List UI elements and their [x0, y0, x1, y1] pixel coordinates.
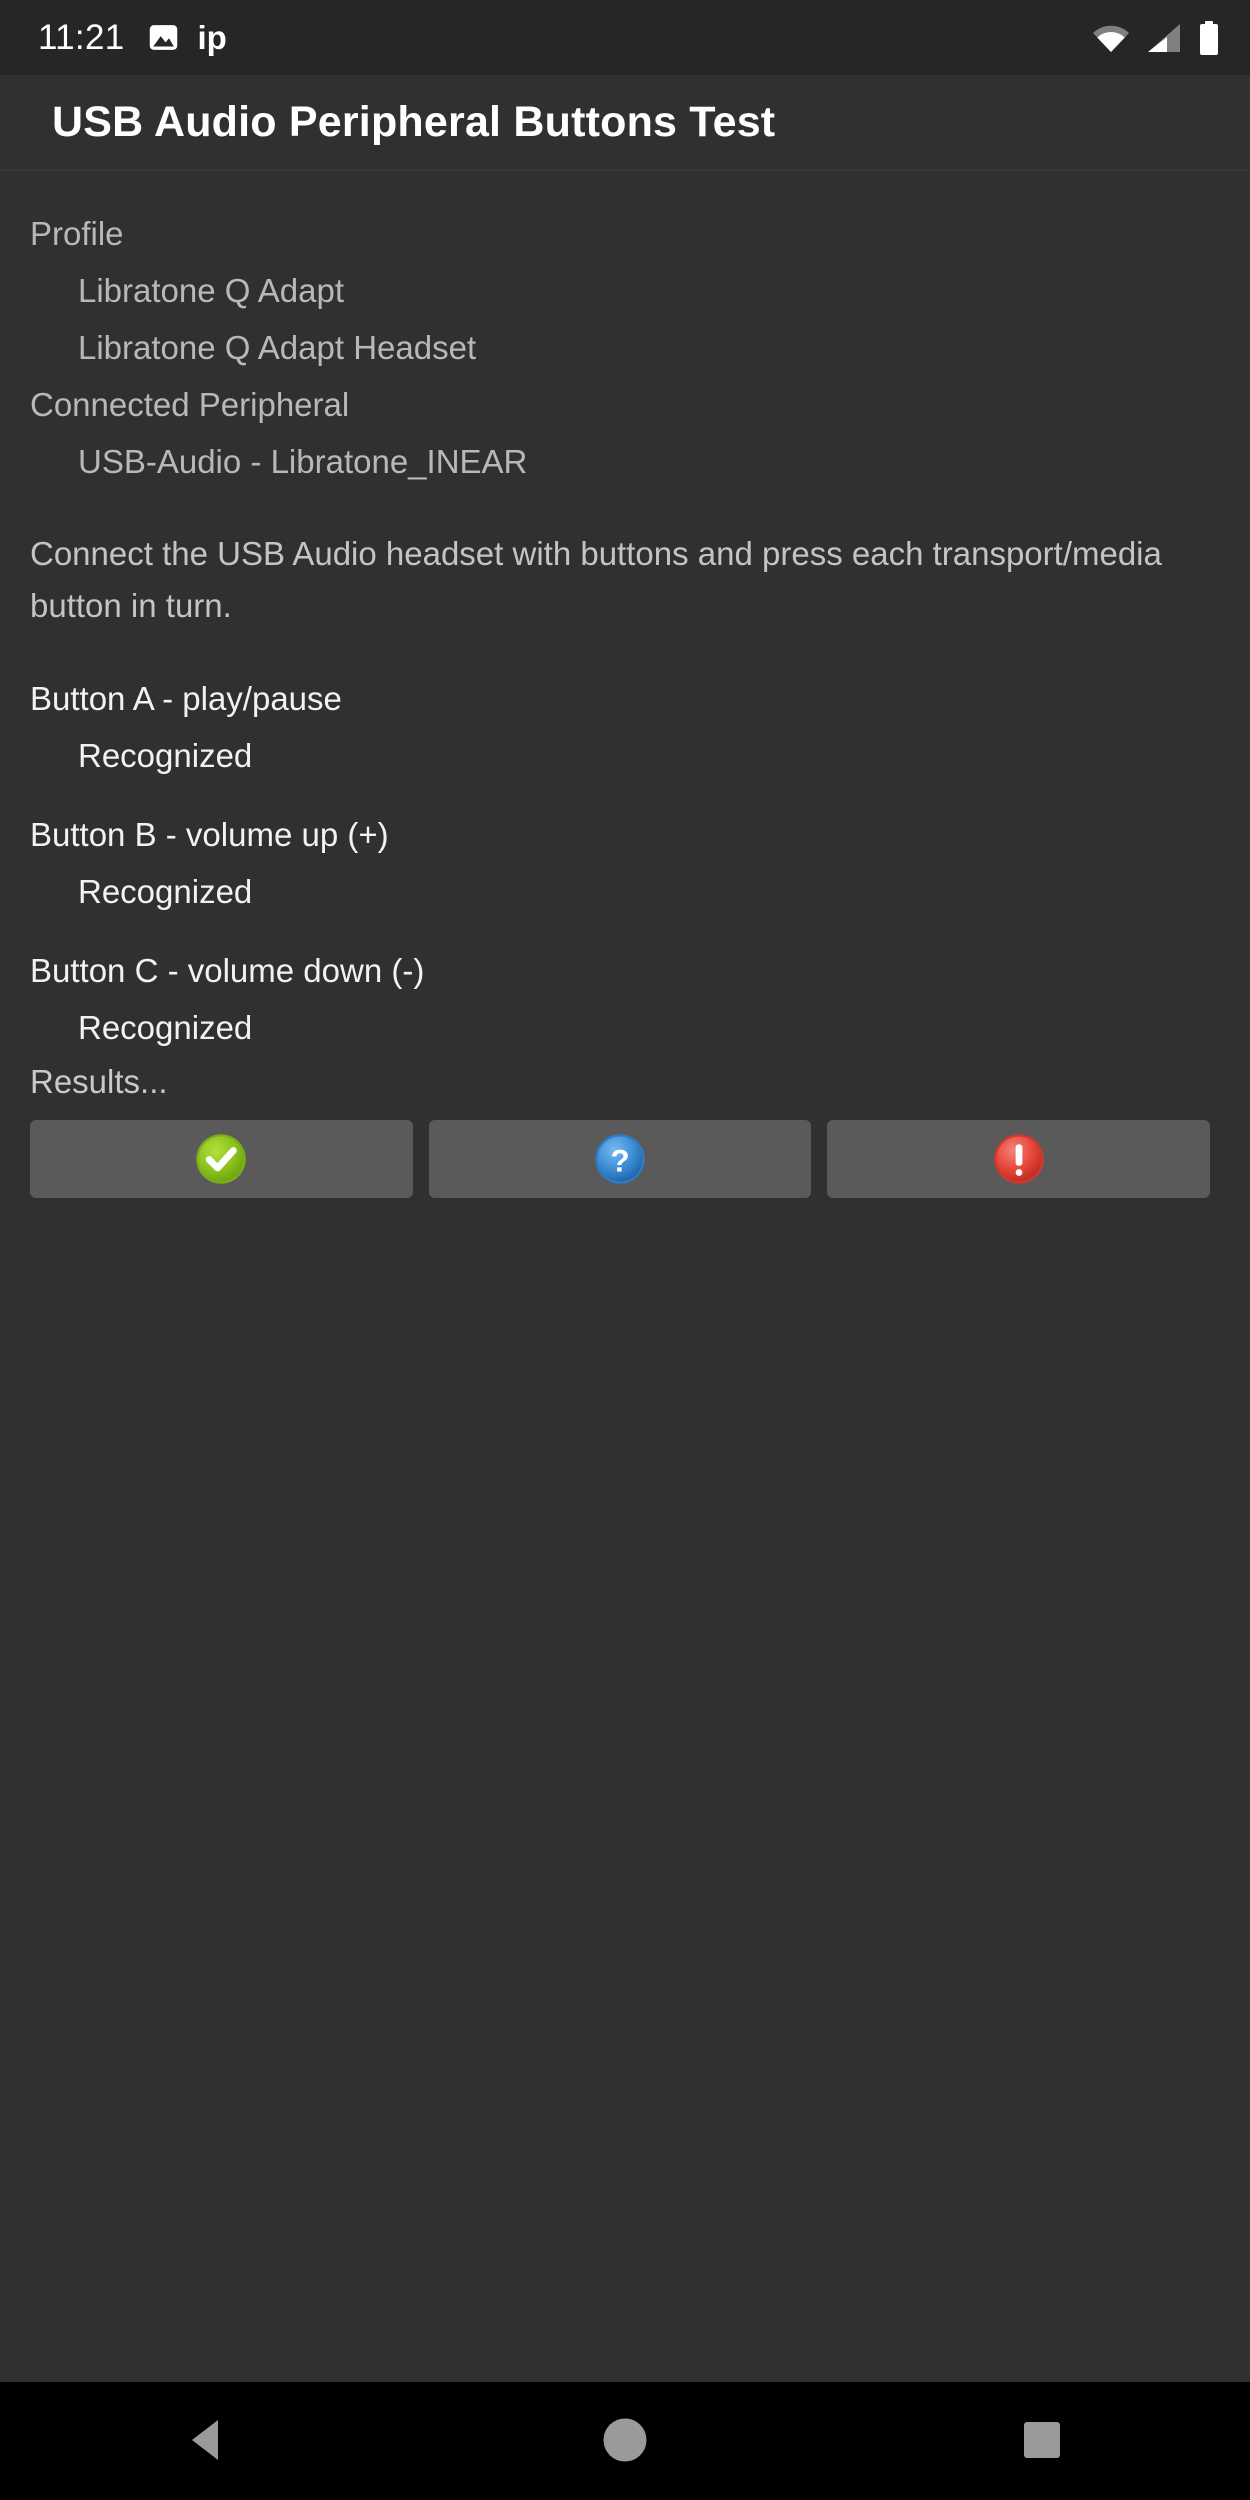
connected-peripheral-value: USB-Audio - Libratone_INEAR — [78, 443, 528, 480]
button-c-label: Button C - volume down (-) — [30, 952, 425, 989]
status-bar-right — [1092, 20, 1220, 55]
main-content: Profile Libratone Q Adapt Libratone Q Ad… — [0, 171, 1250, 2382]
fail-button[interactable] — [827, 1120, 1211, 1198]
status-clock: 11:21 — [38, 17, 125, 57]
notification-label: ip — [197, 19, 227, 56]
check-circle-icon — [194, 1132, 248, 1186]
app-title-bar: USB Audio Peripheral Buttons Test — [0, 75, 1250, 171]
system-navigation-bar — [0, 2382, 1250, 2500]
instruction-text: Connect the USB Audio headset with butto… — [30, 535, 1162, 624]
spacer-instruction — [30, 490, 1220, 528]
info-button[interactable]: ? — [428, 1120, 812, 1198]
question-circle-icon: ? — [593, 1132, 647, 1186]
button-b-label: Button B - volume up (+) — [30, 816, 389, 853]
back-triangle-icon — [186, 2416, 230, 2467]
button-c-status: Recognized — [78, 1009, 253, 1046]
profile-value-1: Libratone Q Adapt — [78, 272, 345, 309]
result-button-row: ? — [30, 1120, 1220, 1198]
battery-icon — [1198, 20, 1220, 55]
button-b-status: Recognized — [78, 873, 253, 910]
status-bar: 11:21 ip — [0, 0, 1250, 75]
connected-peripheral-label: Connected Peripheral — [30, 386, 350, 423]
page-title: USB Audio Peripheral Buttons Test — [52, 98, 776, 146]
button-a-label: Button A - play/pause — [30, 680, 342, 717]
spacer-button-b — [30, 784, 1220, 806]
wifi-icon — [1092, 23, 1130, 53]
exclamation-circle-icon — [992, 1132, 1046, 1186]
recents-square-icon — [1021, 2419, 1063, 2464]
nav-back-button[interactable] — [118, 2382, 298, 2500]
nav-home-button[interactable] — [535, 2382, 715, 2500]
status-bar-left: 11:21 ip — [38, 18, 227, 58]
cellular-signal-icon — [1146, 23, 1182, 53]
notification-icons: ip — [147, 21, 227, 54]
svg-text:?: ? — [610, 1142, 629, 1178]
button-a-status: Recognized — [78, 737, 253, 774]
pass-button[interactable] — [30, 1120, 413, 1198]
nav-recents-button[interactable] — [952, 2382, 1132, 2500]
home-circle-icon — [599, 2414, 651, 2469]
spacer-button-a — [30, 632, 1220, 670]
profile-value-2: Libratone Q Adapt Headset — [78, 329, 477, 366]
android-app-window: 11:21 ip USB Audio Peripheral Buttons Te… — [0, 0, 1250, 2500]
results-label: Results... — [30, 1063, 168, 1100]
image-icon — [147, 21, 180, 54]
profile-label: Profile — [30, 215, 124, 252]
spacer-button-c — [30, 920, 1220, 942]
